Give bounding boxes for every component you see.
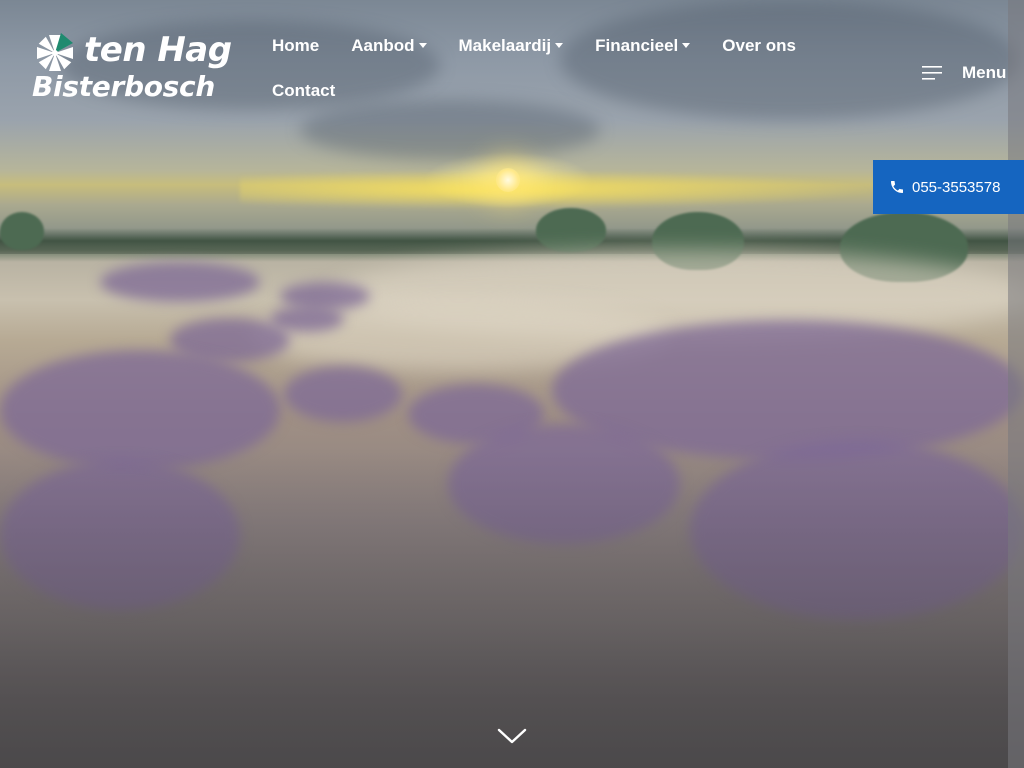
brand-name-line1: ten Hag: [84, 30, 232, 70]
menu-toggle-button[interactable]: Menu: [922, 62, 1006, 84]
nav-item-label: Home: [272, 36, 320, 55]
nav-item-over-ons[interactable]: Over ons: [722, 36, 796, 56]
nav-item-label: Financieel: [595, 36, 679, 55]
bottom-overlay: [0, 448, 1024, 768]
nav-item-home[interactable]: Home: [272, 36, 319, 56]
page-scrollbar[interactable]: [1008, 0, 1024, 768]
nav-item-label: Aanbod: [351, 36, 415, 55]
sun: [496, 168, 520, 192]
phone-number: 055-3553578: [912, 178, 1001, 196]
brand-logo[interactable]: ten Hag Bisterbosch: [32, 28, 236, 104]
tree: [0, 212, 44, 250]
hamburger-menu-icon: [922, 66, 942, 80]
heather-patch: [284, 366, 402, 422]
caret-down-icon: [418, 42, 427, 48]
menu-label: Menu: [962, 63, 1007, 82]
cloud-shape: [300, 100, 600, 160]
nav-item-label: Makelaardij: [458, 36, 552, 55]
caret-down-icon: [682, 42, 691, 48]
sunset-glow: [240, 170, 880, 210]
phone-icon: [891, 181, 903, 193]
nav-item-makelaardij[interactable]: Makelaardij: [459, 36, 564, 56]
nav-item-financieel[interactable]: Financieel: [595, 36, 691, 56]
nav-item-contact[interactable]: Contact: [272, 81, 335, 101]
hero-section: ten Hag Bisterbosch Home Aanbod Makelaar…: [0, 0, 1024, 768]
heather-patch: [100, 262, 260, 302]
nav-item-aanbod[interactable]: Aanbod: [351, 36, 427, 56]
chevron-down-icon[interactable]: [496, 724, 528, 748]
phone-call-button[interactable]: 055-3553578: [873, 160, 1024, 214]
tree: [536, 208, 606, 252]
caret-down-icon: [555, 42, 564, 48]
nav-item-label: Contact: [272, 81, 336, 100]
main-navigation: Home Aanbod Makelaardij Financieel Over …: [272, 36, 832, 101]
nav-item-label: Over ons: [722, 36, 796, 55]
brand-name-line2: Bisterbosch: [32, 70, 215, 103]
